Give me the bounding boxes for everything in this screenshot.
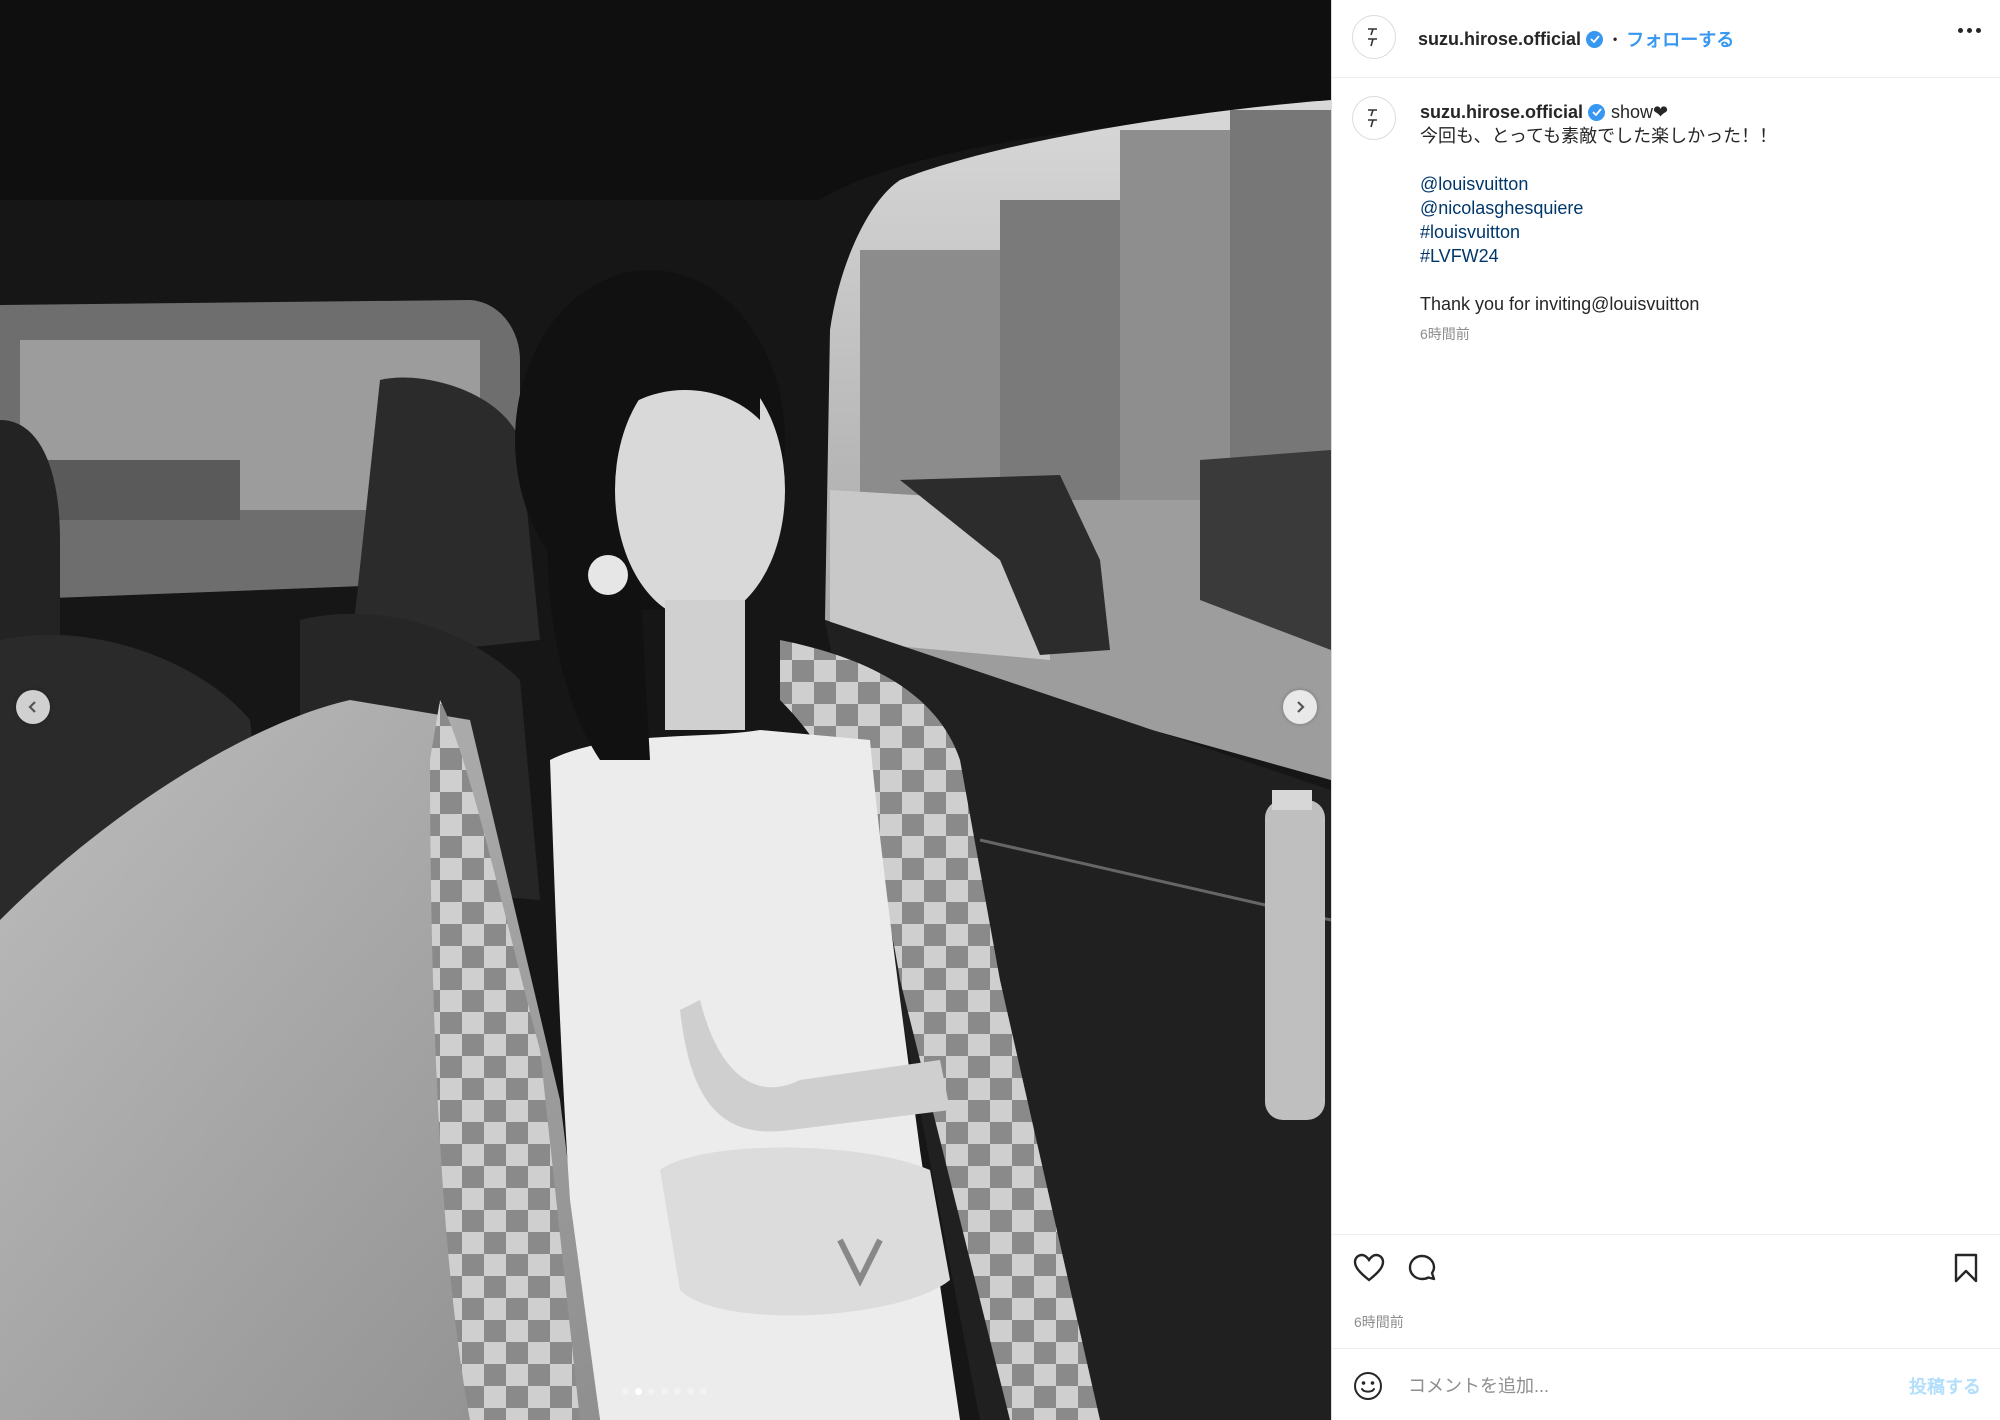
post-photo[interactable] [0, 0, 1331, 1420]
action-bar: 6時間前 [1332, 1234, 2000, 1334]
carousel-dot [648, 1388, 655, 1395]
header-user-line: suzu.hirose.official • フォローする [1418, 26, 1734, 52]
mention-nicolasghesquiere-link[interactable]: @nicolasghesquiere [1420, 196, 1980, 220]
caption-timestamp: 6時間前 [1420, 326, 1470, 342]
hashtag-lvfw24-link[interactable]: #LVFW24 [1420, 244, 1980, 268]
username-link[interactable]: suzu.hirose.official [1418, 29, 1581, 50]
comment-input[interactable] [1406, 1369, 1880, 1403]
carousel-dot [622, 1388, 629, 1395]
caption-second-line: 今回も、とっても素敵でした楽しかった！！ [1420, 126, 1778, 146]
verified-badge-icon [1586, 30, 1604, 48]
chevron-right-icon [1297, 701, 1305, 713]
more-options-icon[interactable] [1958, 28, 1981, 33]
caption-avatar[interactable] [1352, 96, 1396, 140]
carousel-dot [700, 1388, 707, 1395]
mention-louisvuitton-link[interactable]: @louisvuitton [1420, 172, 1980, 196]
post-comment-button[interactable]: 投稿する [1909, 1373, 1981, 1399]
comment-icon[interactable] [1406, 1253, 1438, 1290]
emoji-icon[interactable] [1353, 1371, 1383, 1406]
post-details-panel: suzu.hirose.official • フォローする suzu.hiros… [1331, 0, 2000, 1420]
account-logo-icon [1368, 109, 1377, 128]
hashtag-louisvuitton-link[interactable]: #louisvuitton [1420, 220, 1980, 244]
caption-text: suzu.hirose.official show❤ 今回も、とっても素敵でした… [1420, 100, 1980, 346]
comment-bar: 投稿する [1332, 1348, 2000, 1420]
caption-first-line: show❤ [1611, 102, 1669, 122]
post-header: suzu.hirose.official • フォローする [1332, 0, 2000, 78]
caption-section: suzu.hirose.official show❤ 今回も、とっても素敵でした… [1332, 78, 2000, 1234]
caption-username-link[interactable]: suzu.hirose.official [1420, 100, 1583, 124]
save-bookmark-icon[interactable] [1953, 1253, 1979, 1288]
photo-scene [0, 0, 1331, 1420]
next-slide-button[interactable] [1283, 690, 1317, 724]
carousel-indicator [622, 1388, 707, 1395]
previous-slide-button[interactable] [16, 690, 50, 724]
separator-dot: • [1613, 32, 1618, 46]
chevron-left-icon [28, 701, 36, 713]
carousel-dot [674, 1388, 681, 1395]
avatar[interactable] [1352, 15, 1396, 59]
follow-button[interactable]: フォローする [1626, 26, 1734, 52]
like-heart-icon[interactable] [1353, 1253, 1385, 1288]
verified-badge-icon [1588, 103, 1606, 121]
carousel-dot [687, 1388, 694, 1395]
carousel-dot [635, 1388, 642, 1395]
post-timestamp: 6時間前 [1354, 1314, 1404, 1330]
caption-closing-line: Thank you for inviting@louisvuitton [1420, 294, 1700, 314]
carousel-dot [661, 1388, 668, 1395]
account-logo-icon [1368, 28, 1377, 47]
